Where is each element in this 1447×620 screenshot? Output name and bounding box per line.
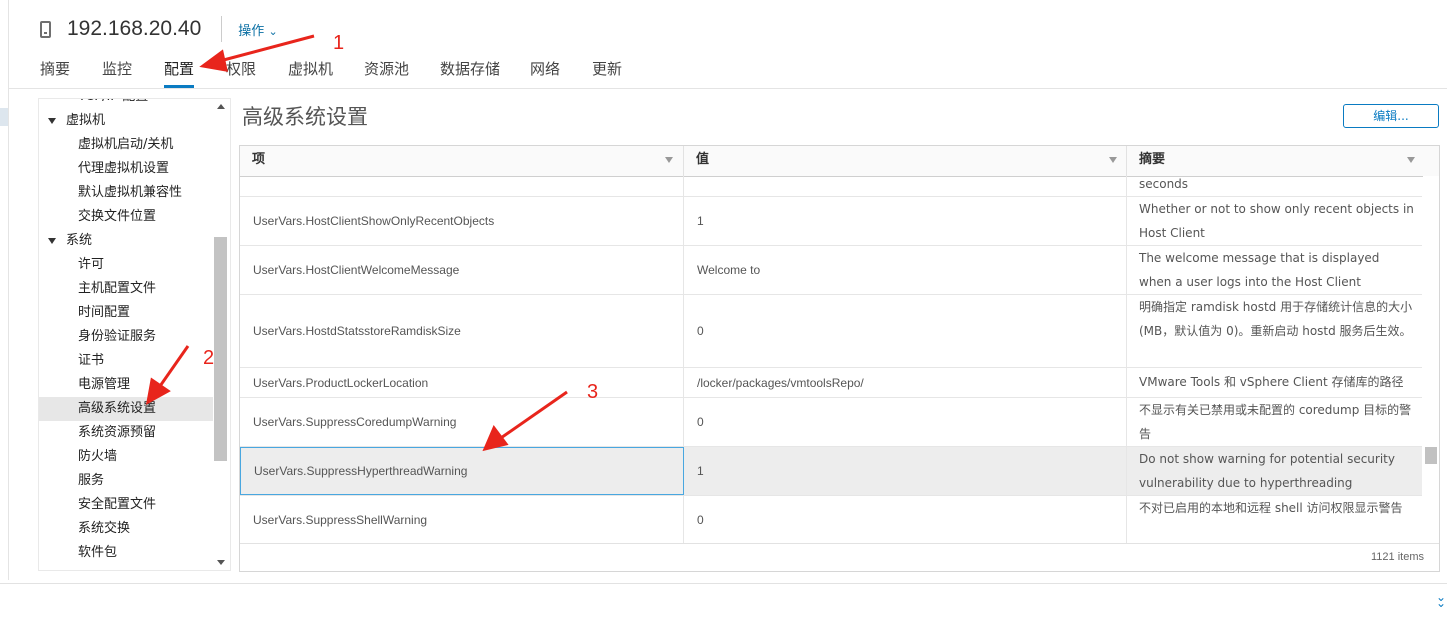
annotation-arrow-1 <box>215 34 315 64</box>
annotation-arrows <box>145 34 568 452</box>
annotation-number-3: 3 <box>587 381 599 403</box>
annotation-number-1: 1 <box>333 32 345 54</box>
annotation-number-2: 2 <box>203 347 215 369</box>
annotation-arrowhead-1 <box>199 49 228 72</box>
annotation-arrowhead-3 <box>482 425 509 452</box>
annotation-arrow-3 <box>497 390 568 442</box>
annotation-arrowhead-2 <box>145 377 171 405</box>
annotation-arrow-2 <box>156 345 190 390</box>
